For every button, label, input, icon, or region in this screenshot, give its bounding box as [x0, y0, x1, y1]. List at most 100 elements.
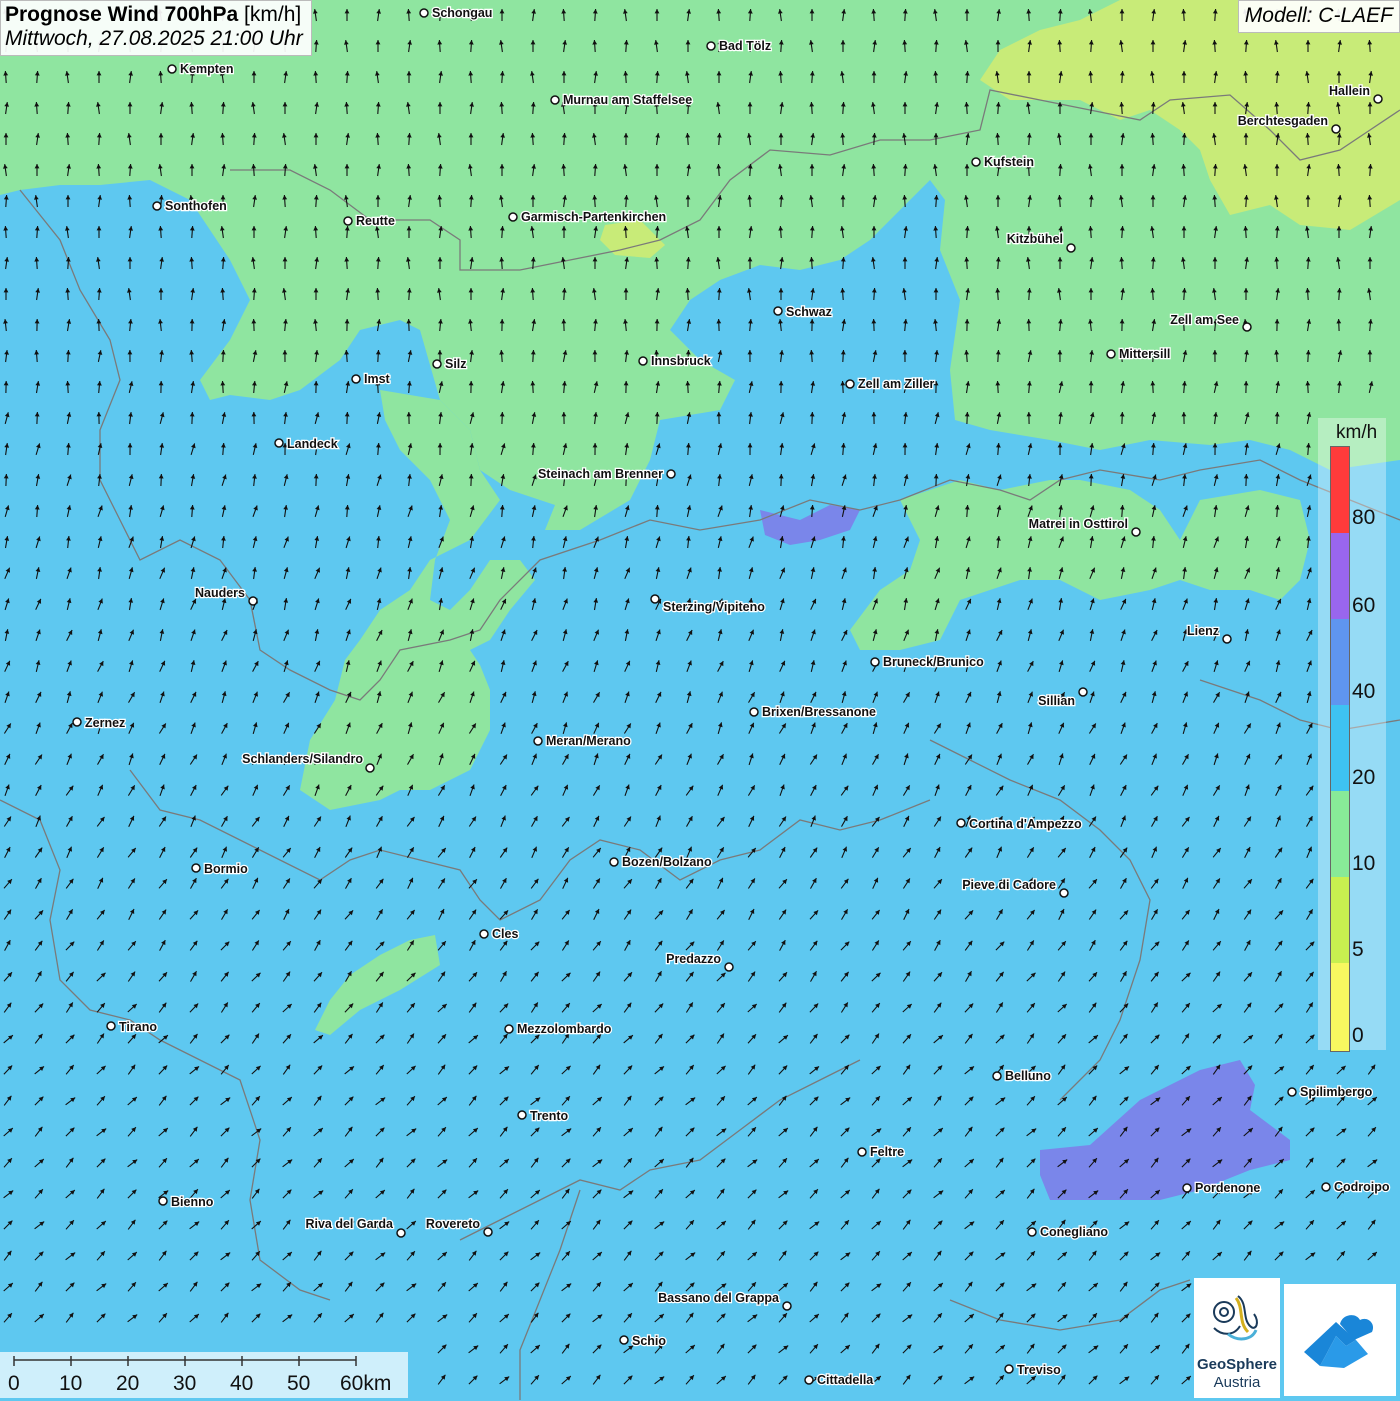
scale-label-50: 50	[287, 1372, 311, 1395]
legend-label-40: 40	[1352, 680, 1376, 703]
map-title: Prognose Wind 700hPa [km/h]	[5, 3, 303, 27]
city-murnau: Murnau am Staffelsee	[550, 92, 694, 108]
svg-text:Lienz: Lienz	[1187, 624, 1219, 638]
svg-text:Schwaz: Schwaz	[786, 305, 832, 319]
svg-text:Imst: Imst	[364, 372, 391, 386]
city-garmisch: Garmisch-Partenkirchen	[508, 209, 667, 225]
svg-text:Pordenone: Pordenone	[1195, 1181, 1260, 1195]
scale-label-30: 30	[173, 1372, 197, 1395]
svg-text:Predazzo: Predazzo	[666, 952, 721, 966]
legend-seg-60	[1331, 533, 1349, 619]
scale-label-40: 40	[230, 1372, 254, 1395]
svg-text:Kempten: Kempten	[180, 62, 233, 76]
legend-seg-80	[1331, 447, 1349, 533]
legend-label-60: 60	[1352, 594, 1376, 617]
scale-label-10: 10	[59, 1372, 83, 1395]
svg-text:Sterzing/Vipiteno: Sterzing/Vipiteno	[663, 600, 765, 614]
city-cortina: Cortina d'Ampezzo	[956, 816, 1083, 832]
svg-text:Cittadella: Cittadella	[817, 1373, 874, 1387]
city-pordenone: Pordenone	[1182, 1180, 1262, 1196]
svg-text:Brixen/Bressanone: Brixen/Bressanone	[762, 705, 876, 719]
weather-app-logo[interactable]	[1284, 1284, 1396, 1396]
legend-label-20: 20	[1352, 766, 1376, 789]
svg-text:Innsbruck: Innsbruck	[651, 354, 711, 368]
legend-seg-40	[1331, 619, 1349, 705]
svg-text:Cles: Cles	[492, 927, 518, 941]
svg-text:Sonthofen: Sonthofen	[165, 199, 227, 213]
city-sonthofen: Sonthofen	[152, 198, 228, 214]
svg-text:Mezzolombardo: Mezzolombardo	[517, 1022, 612, 1036]
svg-text:Trento: Trento	[530, 1109, 569, 1123]
svg-text:Silz: Silz	[445, 357, 467, 371]
city-mezzolombardo: Mezzolombardo	[504, 1021, 613, 1037]
legend-color-bar	[1330, 446, 1350, 1052]
legend-seg-20	[1331, 705, 1349, 791]
legend-label-5: 5	[1352, 938, 1364, 961]
scale-bar: 0 10 20 30 40 50 60km	[0, 1352, 408, 1398]
svg-text:Sillian: Sillian	[1038, 694, 1075, 708]
map-datetime: Mittwoch, 27.08.2025 21:00 Uhr	[5, 27, 303, 50]
svg-text:Murnau am Staffelsee: Murnau am Staffelsee	[563, 93, 692, 107]
svg-text:Landeck: Landeck	[287, 437, 338, 451]
scale-label-0: 0	[8, 1372, 20, 1395]
map-title-unit: [km/h]	[244, 3, 302, 26]
geosphere-logo[interactable]: GeoSphere Austria	[1194, 1278, 1280, 1398]
svg-text:Zell am Ziller: Zell am Ziller	[858, 377, 935, 391]
svg-text:Bassano del Grappa: Bassano del Grappa	[658, 1291, 780, 1305]
legend-label-10: 10	[1352, 852, 1376, 875]
svg-text:Conegliano: Conegliano	[1040, 1225, 1108, 1239]
legend-seg-5	[1331, 877, 1349, 963]
svg-text:Treviso: Treviso	[1017, 1363, 1061, 1377]
svg-text:Kufstein: Kufstein	[984, 155, 1034, 169]
svg-text:Garmisch-Partenkirchen: Garmisch-Partenkirchen	[521, 210, 666, 224]
legend-seg-0	[1331, 963, 1349, 1051]
svg-text:Schlanders/Silandro: Schlanders/Silandro	[242, 752, 363, 766]
city-conegliano: Conegliano	[1027, 1224, 1110, 1240]
color-legend: km/h 80 60 40 20 10 5 0	[1318, 418, 1386, 1052]
scale-label-60: 60km	[340, 1372, 392, 1395]
svg-text:Meran/Merano: Meran/Merano	[546, 734, 631, 748]
svg-text:Bruneck/Brunico: Bruneck/Brunico	[883, 655, 984, 669]
city-bruneck: Bruneck/Brunico	[870, 654, 985, 670]
svg-text:Schongau: Schongau	[432, 6, 492, 20]
svg-text:Zernez: Zernez	[85, 716, 125, 730]
geosphere-emblem-icon	[1213, 1295, 1258, 1341]
city-steinach: Steinach am Brenner	[537, 466, 676, 482]
svg-text:Steinach am Brenner: Steinach am Brenner	[538, 467, 663, 481]
legend-unit: km/h	[1336, 422, 1378, 443]
svg-text:Bozen/Bolzano: Bozen/Bolzano	[622, 855, 712, 869]
svg-text:Riva del Garda: Riva del Garda	[305, 1217, 394, 1231]
svg-text:Matrei in Osttirol: Matrei in Osttirol	[1029, 517, 1128, 531]
svg-text:Feltre: Feltre	[870, 1145, 904, 1159]
legend-seg-10	[1331, 791, 1349, 877]
svg-text:Spilimbergo: Spilimbergo	[1300, 1085, 1373, 1099]
svg-text:Codroipo: Codroipo	[1334, 1180, 1390, 1194]
logo-country: Austria	[1213, 1374, 1261, 1391]
svg-text:Zell am See: Zell am See	[1170, 313, 1239, 327]
legend-label-80: 80	[1352, 506, 1376, 529]
svg-text:Reutte: Reutte	[356, 214, 395, 228]
map-title-main: Prognose Wind 700hPa	[5, 3, 239, 26]
svg-text:Berchtesgaden: Berchtesgaden	[1238, 114, 1328, 128]
svg-text:Mittersill: Mittersill	[1119, 347, 1170, 361]
city-bozen: Bozen/Bolzano	[609, 854, 713, 870]
wind-forecast-map: Schongau Bad Tölz Kempten Murnau am Staf…	[0, 0, 1400, 1400]
svg-text:Rovereto: Rovereto	[426, 1217, 481, 1231]
svg-text:Kitzbühel: Kitzbühel	[1007, 232, 1063, 246]
city-spilimbergo: Spilimbergo	[1287, 1084, 1374, 1100]
legend-label-0: 0	[1352, 1024, 1364, 1047]
svg-text:Belluno: Belluno	[1005, 1069, 1051, 1083]
svg-text:Pieve di Cadore: Pieve di Cadore	[962, 878, 1056, 892]
city-zell-am-ziller: Zell am Ziller	[845, 376, 936, 392]
svg-text:Hallein: Hallein	[1329, 84, 1370, 98]
svg-text:Bormio: Bormio	[204, 862, 248, 876]
model-label: Modell: C-LAEF	[1237, 0, 1400, 33]
map-title-box: Prognose Wind 700hPa [km/h] Mittwoch, 27…	[0, 0, 312, 56]
city-brixen: Brixen/Bressanone	[749, 704, 877, 720]
mountain-cloud-icon	[1304, 1315, 1374, 1368]
svg-text:Bad Tölz: Bad Tölz	[719, 39, 771, 53]
svg-text:Schio: Schio	[632, 1334, 666, 1348]
logo-name: GeoSphere	[1196, 1356, 1278, 1373]
svg-text:Tirano: Tirano	[119, 1020, 157, 1034]
svg-text:Cortina d'Ampezzo: Cortina d'Ampezzo	[969, 817, 1082, 831]
